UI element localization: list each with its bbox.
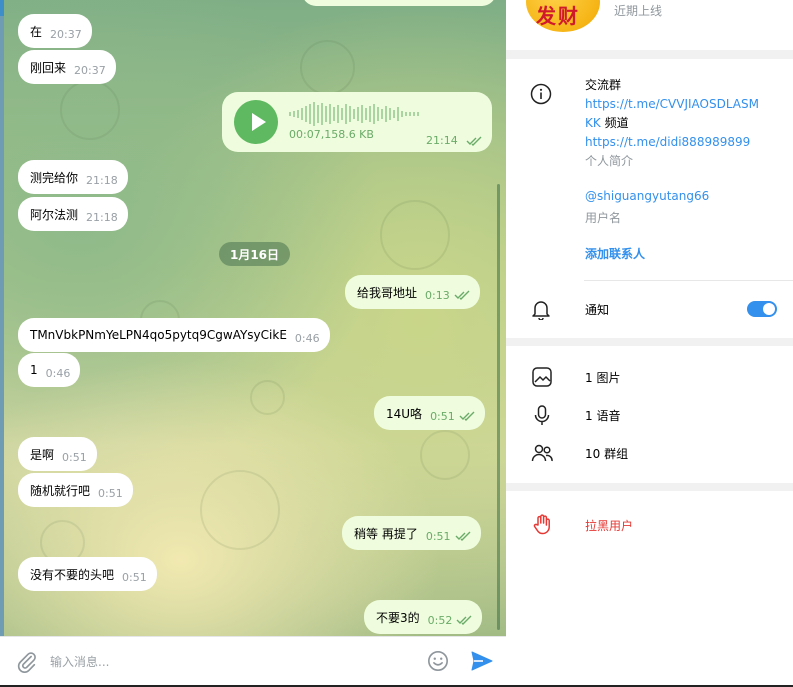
username-label: 用户名 [585,211,622,225]
message-time: 0:51 [430,409,455,423]
message-text: 测完给你 [30,170,79,185]
message-text: 阿尔法测 [30,207,79,222]
avatar-text: 发财 [536,4,580,28]
partial-message-bubble [302,0,496,6]
message-incoming[interactable]: 是啊 0:51 [18,437,97,471]
message-incoming[interactable]: 刚回来 20:37 [18,50,116,84]
media-row-groups[interactable]: 10 群组 [506,436,793,470]
message-outgoing[interactable]: 给我哥地址 0:13 [345,275,480,309]
message-input[interactable] [50,647,400,677]
message-time: 21:14 [426,134,458,147]
date-separator: 1月16日 [219,242,290,266]
message-text: TMnVbkPNmYeLPN4qo5pytq9CgwAYsyCikE [30,328,287,342]
add-contact-button[interactable]: 添加联系人 [585,245,645,262]
message-text: 是啊 [30,447,55,462]
chat-pane: 在 20:37 刚回来 20:37 00:07,158.6 KB 21:14 测… [0,0,506,687]
read-checks-icon [456,615,472,625]
message-time: 21:18 [86,173,118,187]
message-incoming[interactable]: 阿尔法测 21:18 [18,197,128,231]
message-time: 0:46 [45,366,71,380]
profile-header: 发财 近期上线 [506,0,793,50]
avatar[interactable]: 发财 [526,0,600,32]
message-text: 1 [30,363,38,377]
waveform [289,102,419,126]
emoji-icon[interactable] [427,650,449,672]
message-incoming[interactable]: 测完给你 21:18 [18,160,128,194]
media-label: 10 群组 [585,447,629,461]
media-row-images[interactable]: 1 图片 [506,360,793,394]
media-label: 1 语音 [585,409,621,423]
message-outgoing[interactable]: 稍等 再提了 0:51 [342,516,481,550]
voice-duration-size: 00:07,158.6 KB [289,128,374,141]
paperclip-icon[interactable] [16,651,38,673]
message-text: 没有不要的头吧 [30,567,115,582]
block-user-button[interactable]: 拉黑用户 [506,509,793,543]
message-time: 0:51 [62,450,87,464]
message-text: 给我哥地址 [357,285,418,300]
bell-icon [532,301,550,320]
username[interactable]: @shiguangyutang66 [585,189,709,203]
last-seen-status: 近期上线 [614,4,663,18]
read-checks-icon [455,531,471,541]
message-time: 0:51 [425,529,451,543]
message-time: 0:51 [98,486,123,500]
media-row-voice[interactable]: 1 语音 [506,398,793,432]
message-incoming[interactable]: 1 0:46 [18,353,81,387]
message-text: 刚回来 [30,60,67,75]
actions-card: 拉黑用户 [506,491,793,685]
bio-channel-label: 频道 [604,116,629,130]
message-text: 随机就行吧 [30,483,91,498]
message-time: 0:13 [425,288,450,302]
divider [584,280,793,281]
block-user-label: 拉黑用户 [585,519,634,533]
bio-link-group[interactable]: https://t.me/CVVJIAOSDLASM [585,95,775,114]
message-outgoing[interactable]: 14U咯 0:51 [374,396,485,430]
image-icon [532,367,552,387]
message-time: 20:37 [50,27,82,41]
shared-media-card: 1 图片 1 语音 10 群组 [506,346,793,483]
message-text: 在 [30,24,43,39]
message-incoming[interactable]: TMnVbkPNmYeLPN4qo5pytq9CgwAYsyCikE 0:46 [18,318,330,352]
message-text: 稍等 再提了 [354,526,418,541]
bio-title: 交流群 [585,78,622,92]
message-composer [0,636,506,687]
left-edge-strip [0,0,4,636]
play-icon[interactable] [234,100,278,144]
bio-label: 个人简介 [585,154,634,168]
message-time: 20:37 [74,63,106,77]
message-incoming[interactable]: 没有不要的头吧 0:51 [18,557,157,591]
message-time: 0:46 [294,331,320,345]
hand-stop-icon [533,514,550,535]
chat-scrollbar[interactable] [497,184,500,630]
read-checks-icon [459,411,475,421]
microphone-icon [534,405,550,425]
message-time: 0:52 [427,613,453,627]
bio-link-channel[interactable]: https://t.me/didi888989899 [585,133,775,152]
notifications-label: 通知 [585,303,610,317]
message-incoming[interactable]: 随机就行吧 0:51 [18,473,133,507]
profile-info-pane: 发财 近期上线 交流群 https://t.me/CVVJIAOSDLASM K… [506,0,793,687]
message-time: 21:18 [86,210,118,224]
bio: 交流群 https://t.me/CVVJIAOSDLASM KK 频道 htt… [585,76,775,171]
read-checks-icon [466,136,482,146]
notifications-toggle[interactable] [747,301,777,317]
message-incoming[interactable]: 在 20:37 [18,14,92,48]
info-icon [530,83,552,105]
profile-details-card: 交流群 https://t.me/CVVJIAOSDLASM KK 频道 htt… [506,59,793,338]
send-icon[interactable] [470,650,494,672]
bio-link-group-cont[interactable]: KK [585,116,601,130]
message-outgoing[interactable]: 不要3的 0:52 [364,600,483,634]
message-time: 0:51 [122,570,147,584]
message-text: 14U咯 [386,406,423,421]
voice-message[interactable]: 00:07,158.6 KB 21:14 [222,92,492,152]
read-checks-icon [454,290,470,300]
groups-icon [531,444,553,462]
message-text: 不要3的 [376,610,420,625]
media-label: 1 图片 [585,371,621,385]
